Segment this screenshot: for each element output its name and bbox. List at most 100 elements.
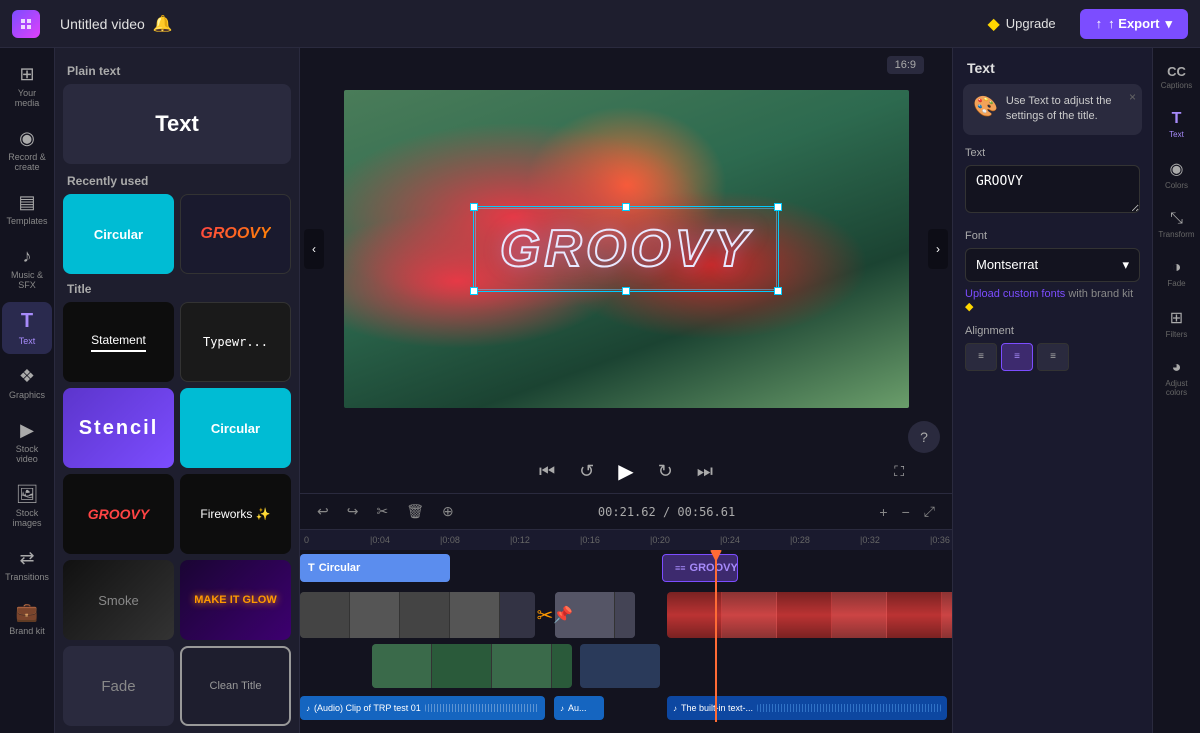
align-center-button[interactable]: ≡ — [1001, 343, 1033, 371]
transitions-icon: ⇄ — [19, 548, 34, 569]
playhead[interactable] — [715, 550, 717, 722]
fade-label: Fade — [101, 678, 135, 695]
right-text-panel: Text 🎨 Use Text to adjust the settings o… — [952, 48, 1152, 733]
sidebar-item-record-create[interactable]: ◉ Record & create — [2, 120, 52, 180]
forward-button[interactable]: ↻ — [654, 457, 677, 486]
text-icon-item[interactable]: T Text — [1155, 102, 1199, 147]
chevron-down-icon: ▾ — [1122, 257, 1129, 273]
captions-icon: CC — [1167, 64, 1186, 79]
sidebar-item-text[interactable]: T Text — [2, 302, 52, 354]
upgrade-button[interactable]: ◆ Upgrade — [975, 8, 1067, 40]
stock-video-icon: ▶ — [20, 420, 34, 441]
groovy-2-card[interactable]: GROOVY — [63, 474, 174, 554]
fireworks-card[interactable]: Fireworks ✨ — [180, 474, 291, 554]
text-input[interactable]: GROOVY — [965, 165, 1140, 213]
font-selector[interactable]: Montserrat ▾ — [965, 248, 1140, 282]
handle-bottom-mid[interactable] — [622, 287, 630, 295]
fade-card[interactable]: Fade — [63, 646, 174, 726]
handle-bottom-left[interactable] — [470, 287, 478, 295]
audio-clip-2[interactable]: ♪ Au... — [554, 696, 604, 720]
undo-button[interactable]: ↩ — [312, 500, 334, 523]
fade-icon: ◑ — [1172, 259, 1182, 277]
zoom-out-button[interactable]: − — [897, 501, 915, 523]
transform-icon-item[interactable]: ⤡ Transform — [1155, 202, 1199, 247]
handle-top-right[interactable] — [774, 203, 782, 211]
secondary-clip-2[interactable] — [580, 644, 660, 688]
recently-used-groovy-card[interactable]: GROOVY — [180, 194, 291, 274]
audio-track-1: ♪ (Audio) Clip of TRP test 01 ♪ Au... ♪ … — [300, 694, 952, 722]
video-clip-1[interactable] — [300, 592, 535, 638]
clean-title-label: Clean Title — [210, 680, 262, 692]
text-field-section: Text GROOVY — [953, 147, 1152, 230]
cut-button[interactable]: ✂ — [371, 500, 393, 523]
captions-icon-item[interactable]: CC Captions — [1155, 56, 1199, 98]
text-right-icon: T — [1172, 110, 1182, 128]
sidebar-item-stock-video[interactable]: ▶ Stock video — [2, 412, 52, 472]
filters-icon: ⊞ — [1170, 308, 1183, 328]
handle-top-mid[interactable] — [622, 203, 630, 211]
sidebar-item-brand-kit[interactable]: 💼 Brand kit — [2, 594, 52, 644]
smoke-card[interactable]: Smoke — [63, 560, 174, 640]
right-icon-bar: CC Captions T Text ◉ Colors ⤡ Transform … — [1152, 48, 1200, 733]
adjust-colors-icon-item[interactable]: ◕ Adjust colors — [1155, 351, 1199, 405]
help-bubble[interactable]: ? — [908, 421, 940, 453]
sidebar-item-music-sfx[interactable]: ♪ Music & SFX — [2, 238, 52, 298]
sidebar-item-templates[interactable]: ▤ Templates — [2, 184, 52, 234]
fade-icon-item[interactable]: ◑ Fade — [1155, 251, 1199, 296]
font-upload-link[interactable]: Upload custom fonts — [965, 288, 1065, 300]
audio-clip-3[interactable]: ♪ The built-in text-... — [667, 696, 947, 720]
secondary-clip-1[interactable] — [372, 644, 572, 688]
skip-back-button[interactable]: ⏮ — [535, 457, 559, 486]
sidebar-item-your-media[interactable]: ⊞ Your media — [2, 56, 52, 116]
canvas-nav-left[interactable]: ‹ — [304, 229, 324, 269]
redo-button[interactable]: ↪ — [342, 500, 364, 523]
statement-card[interactable]: Statement — [63, 302, 174, 382]
zoom-in-button[interactable]: + — [874, 501, 892, 523]
tooltip-close-button[interactable]: × — [1129, 90, 1136, 104]
colors-icon: ◉ — [1170, 159, 1184, 179]
play-button[interactable]: ▶ — [614, 455, 637, 488]
right-panel-title: Text — [967, 60, 995, 76]
align-left-button[interactable]: ≡ — [965, 343, 997, 371]
audio-clip-1[interactable]: ♪ (Audio) Clip of TRP test 01 — [300, 696, 545, 720]
clip-groovy[interactable]: ≡≡ GROOVY — [662, 554, 738, 582]
scissors-icon: ✂ — [537, 603, 554, 628]
handle-top-left[interactable] — [470, 203, 478, 211]
canvas-image: GROOVY — [344, 90, 909, 408]
circular-2-card[interactable]: Circular — [180, 388, 291, 468]
top-bar: Untitled video 🔔 ◆ Upgrade ↑ ↑ Export ▾ — [0, 0, 1200, 48]
video-title: Untitled video — [60, 16, 145, 32]
filters-icon-item[interactable]: ⊞ Filters — [1155, 300, 1199, 347]
align-center-icon: ≡ — [1014, 351, 1020, 362]
adjust-colors-icon: ◕ — [1172, 359, 1182, 377]
sidebar-item-stock-images[interactable]: 🖼 Stock images — [2, 476, 52, 536]
handle-bottom-right[interactable] — [774, 287, 782, 295]
playback-bar: ⏮ ↺ ▶ ↻ ⏭ ⛶ ? — [300, 449, 952, 493]
timeline-ruler: 0 |0:04 |0:08 |0:12 |0:16 |0:20 |0:24 |0… — [300, 530, 952, 550]
fit-timeline-button[interactable]: ⤢ — [919, 500, 940, 523]
colors-icon-item[interactable]: ◉ Colors — [1155, 151, 1199, 198]
plain-text-card[interactable]: Text — [63, 84, 291, 164]
typewriter-card[interactable]: Typewr... — [180, 302, 291, 382]
sidebar-item-transitions[interactable]: ⇄ Transitions — [2, 540, 52, 590]
align-right-button[interactable]: ≡ — [1037, 343, 1069, 371]
make-glow-card[interactable]: MAKE IT GLOW — [180, 560, 291, 640]
clip-circular-icon: T — [308, 562, 315, 574]
canvas-nav-right[interactable]: › — [928, 229, 948, 269]
export-button[interactable]: ↑ ↑ Export ▾ — [1080, 9, 1188, 39]
fullscreen-button[interactable]: ⛶ — [894, 463, 904, 480]
title-cards-grid: Statement Typewr... Stencil Circular GRO… — [63, 302, 291, 726]
video-clip-3[interactable] — [667, 592, 952, 638]
plain-text-section-title: Plain text — [67, 64, 287, 78]
groovy-text-canvas[interactable]: GROOVY — [500, 219, 752, 279]
text-icon: T — [21, 310, 33, 333]
replay-button[interactable]: ↺ — [575, 457, 598, 486]
clean-title-card[interactable]: Clean Title — [180, 646, 291, 726]
stencil-card[interactable]: Stencil — [63, 388, 174, 468]
duplicate-button[interactable]: ⊕ — [437, 500, 459, 523]
sidebar-item-graphics[interactable]: ❖ Graphics — [2, 358, 52, 408]
skip-forward-button[interactable]: ⏭ — [693, 457, 717, 486]
delete-button[interactable]: 🗑 — [401, 500, 429, 523]
clip-circular[interactable]: T Circular — [300, 554, 450, 582]
recently-used-circular-card[interactable]: Circular — [63, 194, 174, 274]
